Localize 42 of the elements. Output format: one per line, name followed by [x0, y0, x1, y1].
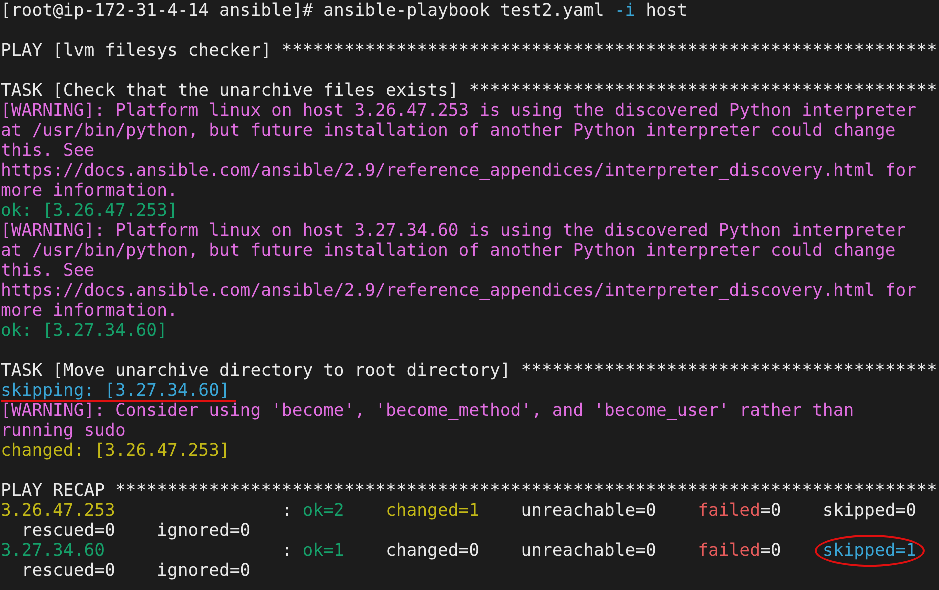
warning-line: [WARNING]: Platform linux on host 3.27.34.60 is using the discovered Python interpreter [1, 221, 906, 241]
recap-stat: ok=1 [302, 541, 344, 561]
warning-line: [WARNING]: Platform linux on host 3.26.47.253 is using the discovered Python interpreter [1, 101, 917, 121]
command-argument: host [646, 1, 688, 21]
warning-line: at /usr/bin/python, but future installation of another Python interpreter could change [1, 121, 896, 141]
section-header: PLAY RECAP ******************************************************************************* [1, 481, 938, 501]
section-header: TASK [Check that the unarchive files exists] ********************************************* [1, 81, 938, 101]
warning-line: more information. [1, 181, 178, 201]
recap-host: 3.27.34.60 [1, 541, 106, 561]
section-header: PLAY [lvm filesys checker] *************************************************************** [1, 41, 938, 61]
recap-stat: changed=0 [386, 541, 480, 561]
recap-host: 3.26.47.253 [1, 501, 116, 521]
changed-line: changed: [3.26.47.253] [1, 441, 230, 461]
recap-stat: ignored=0 [157, 521, 251, 541]
warning-line: this. See [1, 261, 95, 281]
recap-stat: unreachable=0 [521, 541, 656, 561]
warning-line: [WARNING]: Consider using 'become', 'become_method', and 'become_user' rather than [1, 401, 854, 421]
warning-line: at /usr/bin/python, but future installation of another Python interpreter could change [1, 241, 896, 261]
recap-stat: failed=0 [698, 541, 782, 561]
shell-prompt: [root@ip-172-31-4-14 ansible]# [1, 1, 314, 21]
ok-line: ok: [3.27.34.60] [1, 321, 168, 341]
ok-line: ok: [3.26.47.253] [1, 201, 178, 221]
recap-stat: changed=1 [386, 501, 480, 521]
warning-line: this. See [1, 141, 95, 161]
recap-stat: skipped=1 [822, 541, 917, 561]
recap-separator: : [282, 541, 292, 561]
warning-line: https://docs.ansible.com/ansible/2.9/reference_appendices/interpreter_discovery.html for [1, 281, 917, 301]
recap-stat: rescued=0 [22, 561, 116, 581]
warning-line: more information. [1, 301, 178, 321]
warning-line: https://docs.ansible.com/ansible/2.9/reference_appendices/interpreter_discovery.html for [1, 161, 917, 181]
skipping-line: skipping: [3.27.34.60] [1, 382, 236, 402]
section-header: TASK [Move unarchive directory to root directory] **************************************** [1, 361, 938, 381]
warning-line: running sudo [1, 421, 126, 441]
command-option: -i [614, 1, 636, 21]
recap-stat: rescued=0 [22, 521, 116, 541]
recap-separator: : [282, 501, 292, 521]
recap-stat: unreachable=0 [521, 501, 656, 521]
recap-stat: ok=2 [302, 501, 344, 521]
command-text: ansible-playbook test2.yaml [324, 1, 604, 21]
recap-stat: ignored=0 [157, 561, 251, 581]
recap-stat: failed=0 [698, 501, 782, 521]
recap-stat: skipped=0 [822, 501, 917, 521]
